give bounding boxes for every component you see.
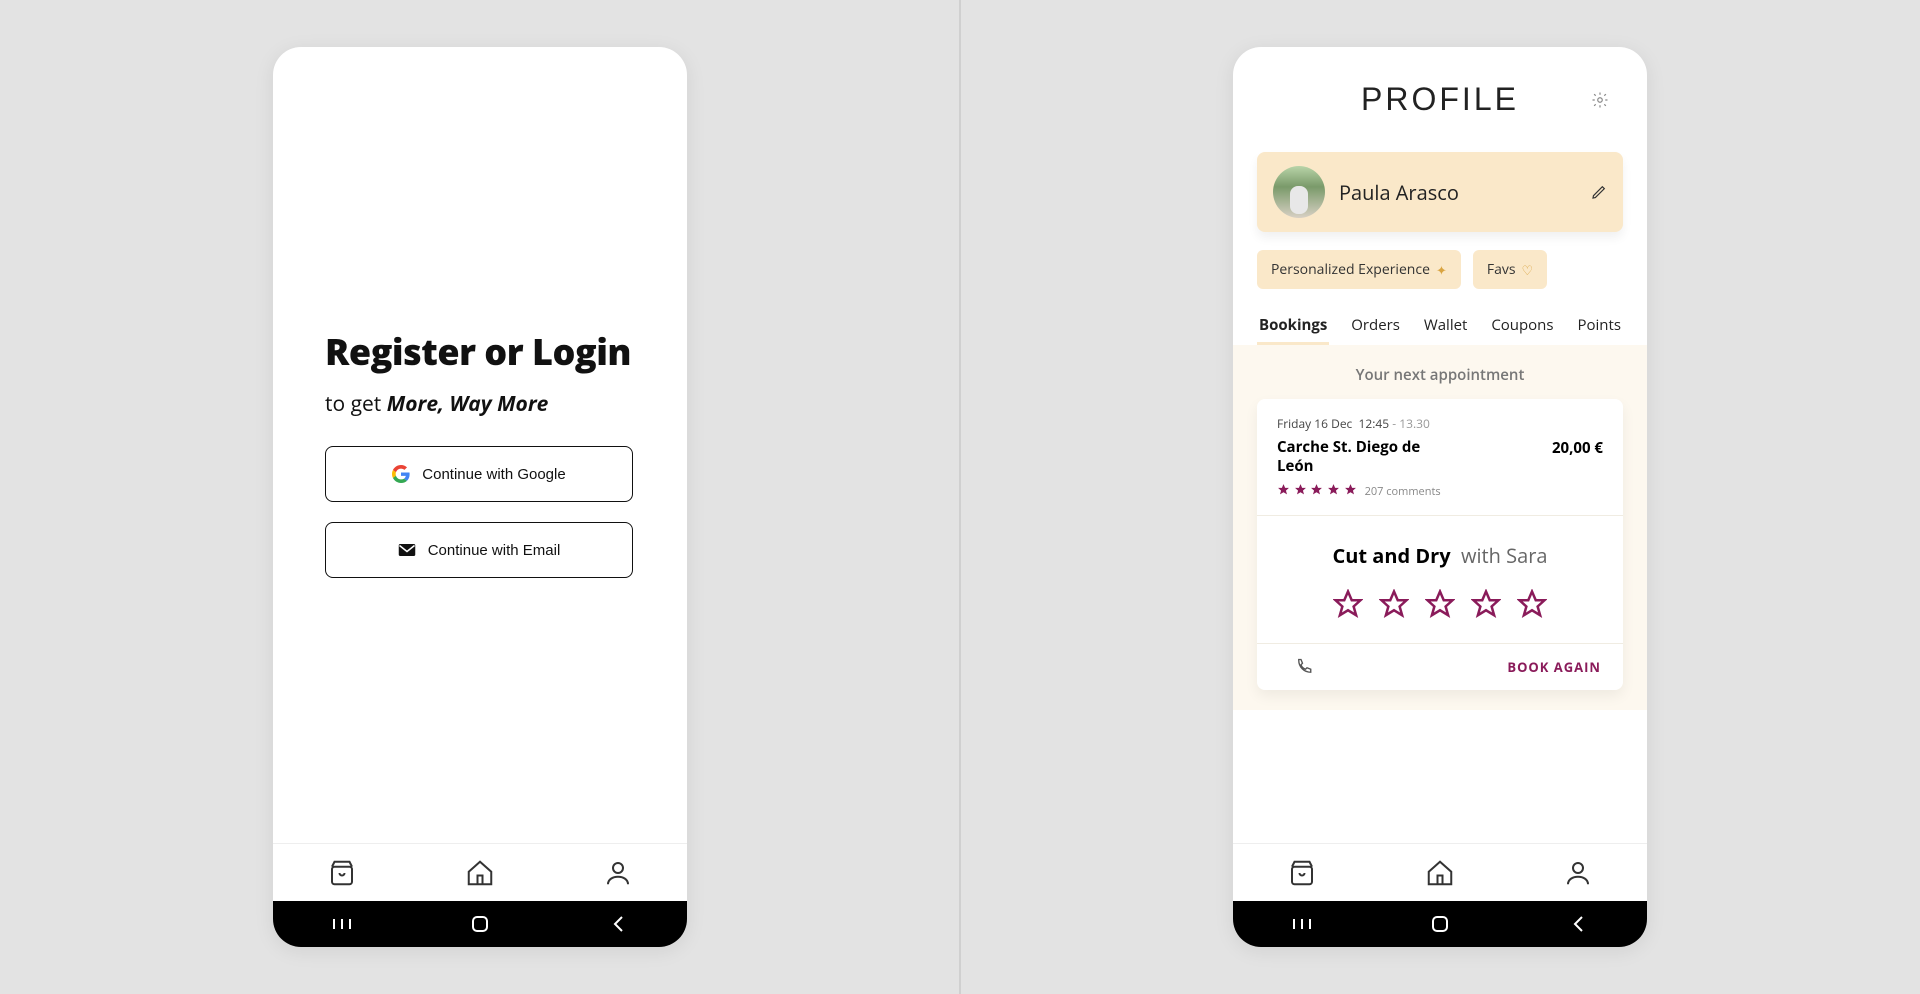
- booking-price: 20,00 €: [1552, 438, 1603, 458]
- home-button[interactable]: [1429, 913, 1451, 935]
- home-icon[interactable]: [1425, 858, 1455, 888]
- rate-star-2[interactable]: [1379, 589, 1409, 619]
- rate-star-1[interactable]: [1333, 589, 1363, 619]
- recents-button[interactable]: [1291, 913, 1313, 935]
- booking-place: Carche St. Diego de León: [1277, 438, 1447, 476]
- continue-email-button[interactable]: Continue with Email: [325, 522, 633, 578]
- comments-count: 207 comments: [1365, 484, 1441, 499]
- profile-tabs: Bookings Orders Wallet Coupons Points: [1233, 309, 1647, 345]
- tab-coupons[interactable]: Coupons: [1489, 309, 1555, 345]
- bottom-tabbar: [1233, 843, 1647, 901]
- phone-icon[interactable]: [1295, 658, 1313, 676]
- shop-icon[interactable]: [327, 858, 357, 888]
- tab-points[interactable]: Points: [1575, 309, 1623, 345]
- tab-wallet[interactable]: Wallet: [1422, 309, 1470, 345]
- next-appointment-label: Your next appointment: [1233, 345, 1647, 399]
- booking-card: Friday 16 Dec 12:45 - 13.30 Carche St. D…: [1257, 399, 1623, 690]
- shop-icon[interactable]: [1287, 858, 1317, 888]
- home-button[interactable]: [469, 913, 491, 935]
- rate-stars: [1277, 589, 1603, 619]
- back-button[interactable]: [1567, 913, 1589, 935]
- page-title: PROFILE: [1233, 81, 1647, 118]
- rate-star-4[interactable]: [1471, 589, 1501, 619]
- gear-icon[interactable]: [1591, 91, 1609, 109]
- avatar[interactable]: [1273, 166, 1325, 218]
- user-name: Paula Arasco: [1339, 179, 1577, 206]
- booking-datetime: Friday 16 Dec 12:45 - 13.30: [1277, 415, 1603, 432]
- recents-button[interactable]: [331, 913, 353, 935]
- bottom-tabbar: [273, 843, 687, 901]
- rating-stars: [1277, 482, 1357, 501]
- rate-star-3[interactable]: [1425, 589, 1455, 619]
- back-button[interactable]: [607, 913, 629, 935]
- home-icon[interactable]: [465, 858, 495, 888]
- android-system-bar: [1233, 901, 1647, 947]
- google-icon: [392, 465, 410, 483]
- chip-personalized[interactable]: Personalized Experience ✦: [1257, 250, 1461, 289]
- user-card: Paula Arasco: [1257, 152, 1623, 232]
- chip-favs[interactable]: Favs ♡: [1473, 250, 1547, 289]
- service-line: Cut and Dry with Sara: [1277, 542, 1603, 569]
- tab-bookings[interactable]: Bookings: [1257, 309, 1329, 345]
- rate-star-5[interactable]: [1517, 589, 1547, 619]
- android-system-bar: [273, 901, 687, 947]
- profile-icon[interactable]: [603, 858, 633, 888]
- heart-icon: ♡: [1522, 261, 1534, 279]
- login-title: Register or Login: [325, 327, 635, 376]
- continue-google-button[interactable]: Continue with Google: [325, 446, 633, 502]
- phone-login: Register or Login to get More, Way More …: [273, 47, 687, 947]
- tab-orders[interactable]: Orders: [1349, 309, 1402, 345]
- edit-icon[interactable]: [1591, 184, 1607, 200]
- profile-icon[interactable]: [1563, 858, 1593, 888]
- mail-icon: [398, 543, 416, 557]
- login-subtitle: to get More, Way More: [325, 390, 635, 418]
- continue-google-label: Continue with Google: [422, 466, 565, 483]
- sparkle-icon: ✦: [1436, 261, 1447, 279]
- phone-profile: PROFILE Paula Arasco Personalized E: [1233, 47, 1647, 947]
- book-again-button[interactable]: BOOK AGAIN: [1507, 658, 1601, 676]
- continue-email-label: Continue with Email: [428, 542, 561, 559]
